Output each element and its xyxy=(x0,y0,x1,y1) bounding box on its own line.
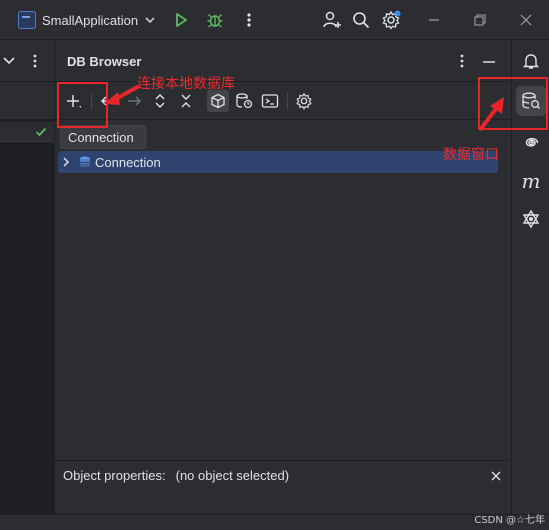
annotation-connect-local-db: 连接本地数据库 xyxy=(137,76,235,92)
restore-icon[interactable] xyxy=(468,8,492,32)
expand-icon[interactable] xyxy=(149,90,171,112)
left-panel-toolbar xyxy=(0,82,55,120)
debug-icon[interactable] xyxy=(203,8,227,32)
properties-value: (no object selected) xyxy=(175,468,290,483)
annotation-arrow-left xyxy=(104,84,140,105)
project-name: SmallApplication xyxy=(42,12,139,28)
db-browser-header: DB Browser xyxy=(55,40,510,82)
annotation-data-window: 数据窗口 xyxy=(443,147,499,163)
chevron-right-icon[interactable] xyxy=(62,157,70,167)
left-panel-row xyxy=(0,122,55,142)
close-icon[interactable] xyxy=(514,8,538,32)
spiral-icon[interactable] xyxy=(516,128,546,158)
database-icon xyxy=(79,156,91,167)
more-vert-icon[interactable] xyxy=(237,8,261,32)
chevron-down-icon[interactable] xyxy=(3,56,15,66)
hide-panel-icon[interactable] xyxy=(482,60,496,64)
close-icon[interactable] xyxy=(491,471,501,481)
left-tool-panel xyxy=(0,40,55,514)
project-icon xyxy=(18,11,36,29)
more-vert-icon[interactable] xyxy=(32,54,38,68)
tree-item-label: Connection xyxy=(95,154,161,170)
run-icon[interactable] xyxy=(169,8,193,32)
m-icon[interactable]: m xyxy=(516,166,546,196)
search-icon[interactable] xyxy=(349,8,373,32)
db-browser-title: DB Browser xyxy=(67,54,142,69)
settings-icon[interactable] xyxy=(293,90,315,112)
settings-icon[interactable] xyxy=(379,8,403,32)
more-vert-icon[interactable] xyxy=(459,54,465,68)
db-browser-panel: DB Browser Connection Connection Object … xyxy=(55,40,510,514)
db-clock-icon[interactable] xyxy=(233,90,255,112)
properties-label: Object properties: xyxy=(63,468,166,483)
schema-icon[interactable] xyxy=(207,90,229,112)
chevron-down-icon xyxy=(145,17,155,24)
add-user-icon[interactable] xyxy=(320,8,344,32)
toolbar-separator xyxy=(287,92,288,110)
title-bar: SmallApplication xyxy=(0,0,549,40)
tree-item-connection[interactable]: Connection xyxy=(58,151,498,173)
connection-tree: Connection Connection xyxy=(55,121,510,461)
annotation-arrow-up xyxy=(478,97,504,132)
minimize-icon[interactable] xyxy=(422,8,446,32)
check-icon xyxy=(35,127,47,137)
watermark: CSDN @☆七年 xyxy=(474,515,545,526)
project-selector[interactable]: SmallApplication xyxy=(18,9,156,31)
notifications-icon[interactable] xyxy=(516,46,546,76)
status-bar xyxy=(0,514,549,530)
left-panel-header xyxy=(0,40,55,82)
ai-icon[interactable] xyxy=(516,204,546,234)
object-properties-bar: Object properties: (no object selected) xyxy=(55,460,510,490)
tooltip: Connection xyxy=(60,125,146,149)
console-icon[interactable] xyxy=(259,90,281,112)
collapse-icon[interactable] xyxy=(175,90,197,112)
